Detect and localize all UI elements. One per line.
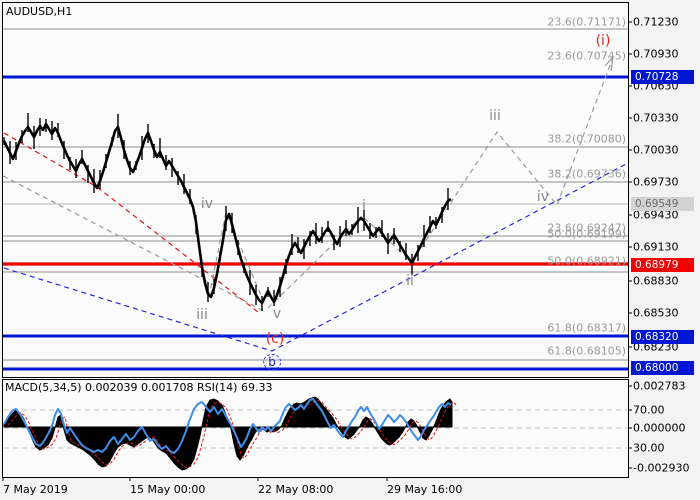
indicator-header: MACD(5,34,5) 0.002039 0.001708 RSI(14) 6… <box>5 381 272 394</box>
price-axis-label: 0.70030 <box>633 144 679 157</box>
price-axis-label: 0.70930 <box>633 48 679 61</box>
indicator-axis-label: 70.00 <box>633 404 665 417</box>
wave-label: iii <box>489 108 501 124</box>
fib-level-label: 38.2(0.69736) <box>547 168 626 181</box>
wave-label: b <box>263 354 281 370</box>
main-plot-area <box>3 3 629 378</box>
price-axis-label: 0.69130 <box>633 241 679 254</box>
time-axis-label: 29 May 16:00 <box>387 483 462 496</box>
wave-label: i <box>362 198 366 214</box>
trading-chart-window: AUDUSD,H1 0.712300.709300.706300.703300.… <box>0 0 700 500</box>
wave-label: iv <box>201 196 213 212</box>
price-axis-label: 0.68830 <box>633 275 679 288</box>
indicator-axis-label: 0.002783 <box>633 380 686 393</box>
price-badge: 0.69549 <box>631 197 694 211</box>
price-badge: 0.68000 <box>631 361 694 375</box>
price-axis-label: 0.70330 <box>633 112 679 125</box>
price-badge: 0.70728 <box>631 70 694 84</box>
indicator-axis-label: 30.00 <box>633 442 665 455</box>
wave-label: (i) <box>596 33 611 49</box>
fib-level-label: 23.6(0.71171) <box>547 16 626 29</box>
time-axis-label: 22 May 08:00 <box>258 483 333 496</box>
wave-label: ii <box>406 273 414 289</box>
time-axis-label: 15 May 00:00 <box>130 483 205 496</box>
indicator-axis-label: -0.002930 <box>633 462 689 475</box>
fib-level-label: 50.0(0.68921) <box>547 255 626 268</box>
chart-canvas <box>0 0 700 500</box>
wave-label: (c) <box>266 331 285 347</box>
price-badge: 0.68320 <box>631 330 694 344</box>
fib-level-label: 23.6(0.70745) <box>547 50 626 63</box>
symbol-timeframe-label: AUDUSD,H1 <box>6 5 72 18</box>
fib-level-label: 61.8(0.68317) <box>547 322 626 335</box>
wave-label: iii <box>196 307 208 323</box>
wave-label: iv <box>537 189 549 205</box>
price-axis-label: 0.68530 <box>633 307 679 320</box>
wave-label: v <box>273 306 281 322</box>
fib-level-label: 38.2(0.70080) <box>547 133 626 146</box>
price-badge: 0.68979 <box>631 258 694 272</box>
indicator-axis-label: 0.000000 <box>633 422 686 435</box>
price-axis-label: 0.71230 <box>633 16 679 29</box>
time-axis-label: 7 May 2019 <box>3 483 68 496</box>
fib-level-label: 61.8(0.68105) <box>547 345 626 358</box>
price-axis-label: 0.69730 <box>633 176 679 189</box>
fib-level-label: 50.0(0.69199) <box>547 228 626 241</box>
